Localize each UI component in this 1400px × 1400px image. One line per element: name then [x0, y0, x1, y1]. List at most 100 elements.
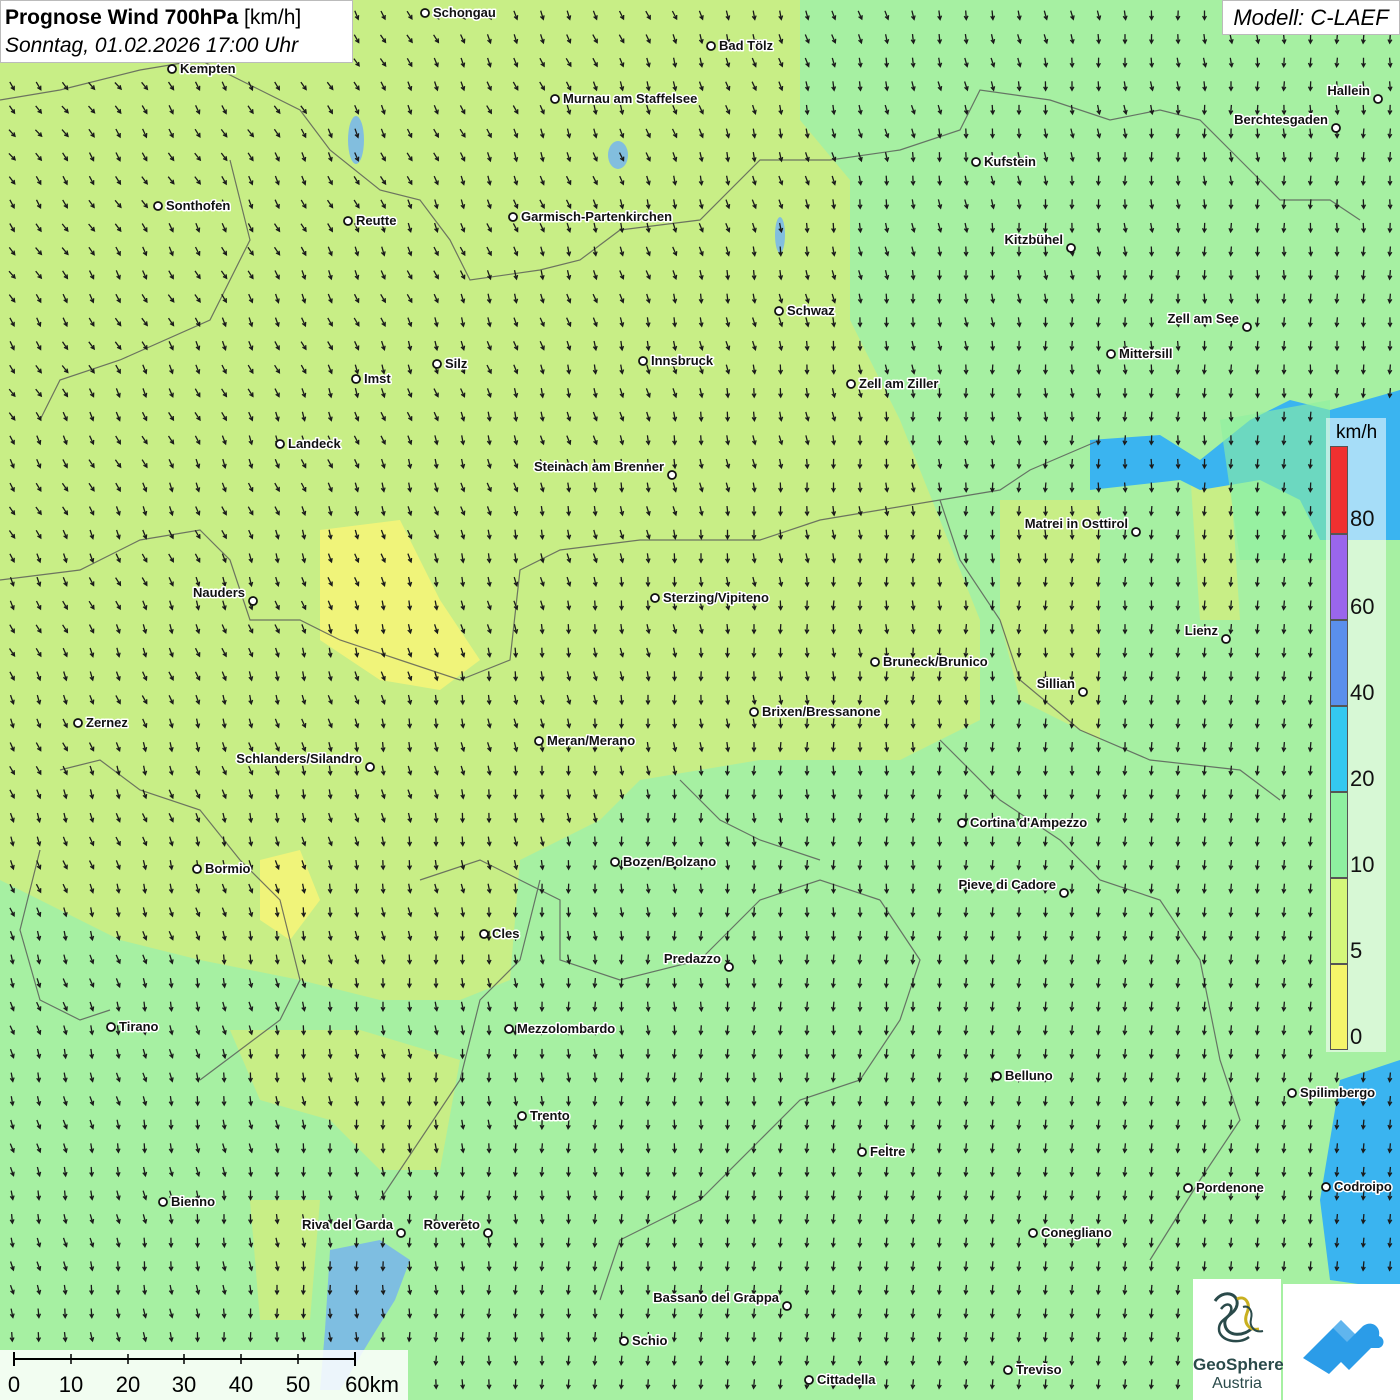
city-label: Belluno: [1005, 1068, 1053, 1083]
city-spilimbergo: Spilimbergo: [1287, 1084, 1377, 1102]
title-unit: [km/h]: [244, 6, 302, 29]
city-meran-merano: Meran/Merano: [534, 732, 637, 750]
city-bozen-bolzano: Bozen/Bolzano: [610, 853, 718, 871]
city-pordenone: Pordenone: [1183, 1179, 1265, 1197]
city-label: Predazzo: [664, 951, 721, 966]
city-dot: [1131, 527, 1141, 537]
legend-color-5: [1330, 878, 1348, 964]
city-label: Garmisch-Partenkirchen: [521, 209, 672, 224]
scale-label-60: 60km: [345, 1372, 399, 1397]
city-innsbruck: Innsbruck: [638, 352, 715, 370]
city-dot: [1183, 1183, 1193, 1193]
city-label: Reutte: [356, 213, 396, 228]
city-label: Conegliano: [1041, 1225, 1112, 1240]
city-dot: [1106, 349, 1116, 359]
city-dot: [1331, 123, 1341, 133]
city-label: Kufstein: [984, 154, 1036, 169]
city-label: Trento: [530, 1108, 570, 1123]
city-label: Bassano del Grappa: [653, 1290, 779, 1305]
title-main: Prognose Wind 700hPa: [5, 6, 239, 29]
city-dot: [650, 593, 660, 603]
city-label: Landeck: [288, 436, 342, 451]
city-dot: [158, 1197, 168, 1207]
legend-color-20: [1330, 706, 1348, 792]
city-dot: [1078, 687, 1088, 697]
city-label: Cittadella: [817, 1372, 876, 1387]
city-label: Mezzolombardo: [517, 1021, 615, 1036]
city-dot: [192, 864, 202, 874]
city-dot: [782, 1301, 792, 1311]
city-dot: [1287, 1088, 1297, 1098]
city-label: Hallein: [1327, 83, 1370, 98]
city-label: Zernez: [86, 715, 128, 730]
city-dot: [517, 1111, 527, 1121]
city-dot: [749, 707, 759, 717]
legend-label-80: 80: [1350, 506, 1375, 531]
city-label: Matrei in Osttirol: [1025, 516, 1128, 531]
geosphere-logo-line2: Austria: [1212, 1375, 1262, 1392]
city-dot: [1059, 888, 1069, 898]
city-bruneck-brunico: Bruneck/Brunico: [870, 653, 989, 671]
city-label: Mittersill: [1119, 346, 1172, 361]
city-dot: [504, 1024, 514, 1034]
geosphere-logo-line1: GeoSphere: [1193, 1355, 1284, 1374]
city-mezzolombardo: Mezzolombardo: [504, 1020, 617, 1038]
scale-label-20: 20: [115, 1372, 141, 1397]
city-label: Sonthofen: [166, 198, 230, 213]
city-dot: [857, 1147, 867, 1157]
city-label: Schlanders/Silandro: [236, 751, 362, 766]
legend-unit: km/h: [1336, 422, 1378, 443]
city-dot: [351, 374, 361, 384]
city-dot: [106, 1022, 116, 1032]
city-label: Bienno: [171, 1194, 215, 1209]
city-dot: [724, 962, 734, 972]
app-arrow-cloud-icon: [1303, 1320, 1384, 1374]
city-dot: [1003, 1365, 1013, 1375]
city-dot: [804, 1375, 814, 1385]
city-label: Bozen/Bolzano: [623, 854, 716, 869]
city-dot: [479, 929, 489, 939]
weather-app-logo[interactable]: [1283, 1284, 1400, 1400]
city-dot: [1242, 322, 1252, 332]
city-dot: [1028, 1228, 1038, 1238]
city-label: Silz: [445, 356, 468, 371]
legend-label-5: 5: [1350, 938, 1363, 963]
city-dot: [396, 1228, 406, 1238]
city-dot: [992, 1071, 1002, 1081]
city-label: Spilimbergo: [1300, 1085, 1375, 1100]
city-label: Berchtesgaden: [1234, 112, 1328, 127]
city-label: Imst: [364, 371, 391, 386]
city-dot: [365, 762, 375, 772]
legend-label-40: 40: [1350, 680, 1375, 705]
city-dot: [420, 8, 430, 18]
city-label: Brixen/Bressanone: [762, 704, 881, 719]
city-label: Innsbruck: [651, 353, 714, 368]
city-dot: [971, 157, 981, 167]
city-dot: [432, 359, 442, 369]
city-label: Schwaz: [787, 303, 835, 318]
city-label: Murnau am Staffelsee: [563, 91, 697, 106]
city-label: Treviso: [1016, 1362, 1062, 1377]
city-dot: [1373, 94, 1383, 104]
city-label: Riva del Garda: [302, 1217, 394, 1232]
city-dot: [870, 657, 880, 667]
city-dot: [167, 64, 177, 74]
legend-label-10: 10: [1350, 852, 1375, 877]
geosphere-logo[interactable]: GeoSphere Austria: [1193, 1279, 1284, 1400]
legend-color-60: [1330, 534, 1348, 620]
legend-color-10: [1330, 792, 1348, 878]
city-label: Bormio: [205, 861, 251, 876]
city-dot: [534, 736, 544, 746]
city-dot: [248, 596, 258, 606]
city-dot: [483, 1228, 493, 1238]
city-dot: [550, 94, 560, 104]
legend-label-20: 20: [1350, 766, 1375, 791]
city-zell-am-ziller: Zell am Ziller: [846, 375, 940, 393]
city-label: Sterzing/Vipiteno: [663, 590, 769, 605]
city-dot: [1321, 1182, 1331, 1192]
scale-label-30: 30: [171, 1372, 197, 1397]
city-label: Zell am See: [1167, 311, 1239, 326]
forecast-datetime: Sonntag, 01.02.2026 17:00 Uhr: [5, 34, 299, 57]
city-dot: [343, 216, 353, 226]
city-label: Cles: [492, 926, 519, 941]
